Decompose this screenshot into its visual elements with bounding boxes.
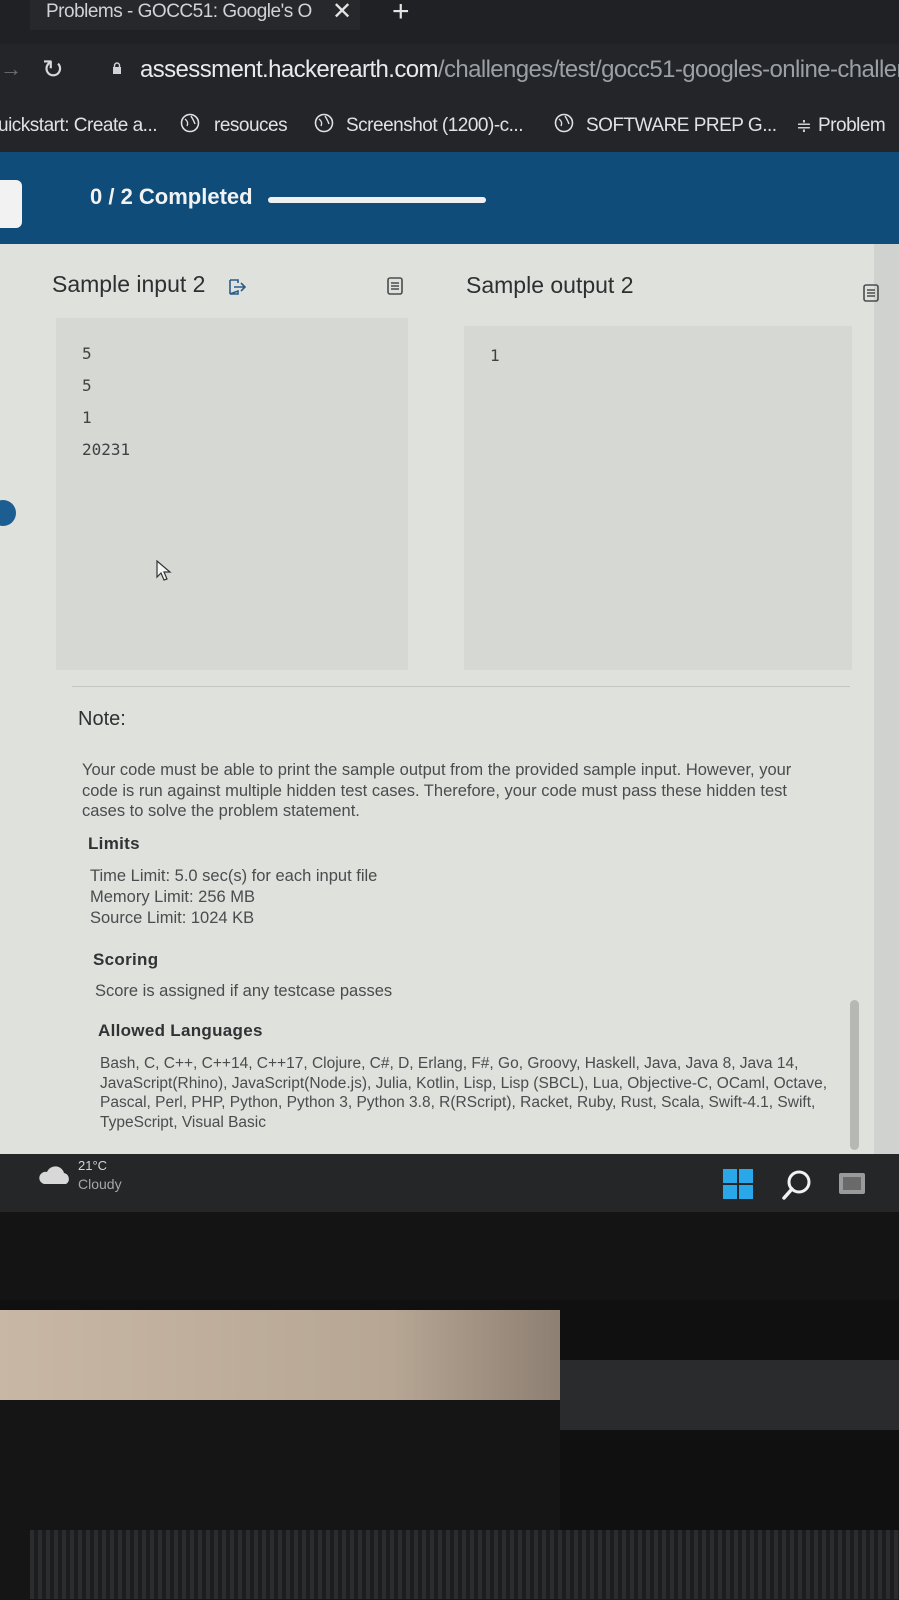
scoring-text: Score is assigned if any testcase passes: [95, 982, 393, 1000]
open-input-icon[interactable]: [227, 277, 247, 297]
task-view-icon[interactable]: [838, 1170, 866, 1196]
divider: [72, 686, 850, 687]
laptop-hinge: [560, 1360, 899, 1430]
memory-limit: Memory Limit: 256 MB: [90, 888, 256, 906]
copy-output-icon[interactable]: [862, 283, 880, 303]
languages-title: Allowed Languages: [98, 1021, 263, 1040]
sample-input-line: 1: [82, 408, 92, 427]
time-limit: Time Limit: 5.0 sec(s) for each input fi…: [90, 867, 378, 885]
reload-icon[interactable]: ↻: [42, 54, 64, 85]
side-panel-tab[interactable]: [0, 180, 22, 228]
weather-condition[interactable]: Cloudy: [78, 1176, 122, 1192]
globe-icon: [314, 113, 334, 133]
keyboard: [30, 1530, 899, 1599]
bookmark-screenshot[interactable]: Screenshot (1200)-c...: [346, 115, 523, 137]
url-field[interactable]: assessment.hackerearth.com/challenges/te…: [140, 56, 899, 84]
close-tab-icon[interactable]: ✕: [332, 0, 352, 24]
note-title: Note:: [78, 708, 126, 730]
languages-text: Bash, C, C++, C++14, C++17, Clojure, C#,…: [100, 1055, 828, 1131]
progress-bar: [268, 197, 486, 203]
progress-bar-fill: [268, 197, 486, 203]
progress-label: 0 / 2 Completed: [90, 184, 253, 209]
search-icon[interactable]: [780, 1168, 814, 1202]
sample-output-box: [464, 326, 852, 670]
sample-input-line: 5: [82, 344, 92, 363]
sample-output-line: 1: [490, 346, 500, 365]
taskbar: [0, 1154, 899, 1212]
lock-icon[interactable]: [112, 62, 122, 74]
bookmark-quickstart[interactable]: uickstart: Create a...: [0, 115, 158, 137]
copy-input-icon[interactable]: [386, 276, 404, 296]
windows-start-icon[interactable]: [722, 1168, 754, 1200]
globe-icon: [554, 113, 574, 133]
mouse-cursor-icon: [156, 560, 172, 581]
url-path: /challenges/test/gocc51-googles-online-c…: [437, 56, 899, 83]
bookmark-resouces[interactable]: resouces: [214, 115, 288, 137]
sample-output-title: Sample output 2: [466, 272, 634, 298]
globe-icon: [180, 113, 200, 133]
sample-input-line: 5: [82, 376, 92, 395]
cloud-icon[interactable]: [36, 1164, 72, 1186]
sample-input-title: Sample input 2: [52, 271, 206, 297]
sample-input-box: [56, 318, 408, 670]
bookmark-software-prep[interactable]: SOFTWARE PREP G...: [586, 115, 777, 137]
new-tab-icon[interactable]: +: [392, 0, 410, 27]
sample-input-line: 20231: [82, 440, 131, 459]
forward-icon[interactable]: →: [0, 56, 22, 82]
bookmark-favicon: ≑: [796, 116, 812, 137]
source-limit: Source Limit: 1024 KB: [90, 909, 255, 927]
scoring-title: Scoring: [93, 950, 159, 969]
bookmark-problem[interactable]: Problem: [818, 115, 886, 137]
limits-title: Limits: [88, 834, 140, 853]
note-text: Your code must be able to print the samp…: [82, 761, 792, 820]
tab-title[interactable]: Problems - GOCC51: Google's O: [46, 0, 312, 24]
laptop-bezel: [0, 1212, 899, 1310]
scrollbar[interactable]: [850, 1000, 859, 1150]
url-host: assessment.hackerearth.com: [140, 56, 438, 83]
content-edge: [874, 244, 899, 1154]
weather-temperature[interactable]: 21°C: [78, 1158, 107, 1173]
